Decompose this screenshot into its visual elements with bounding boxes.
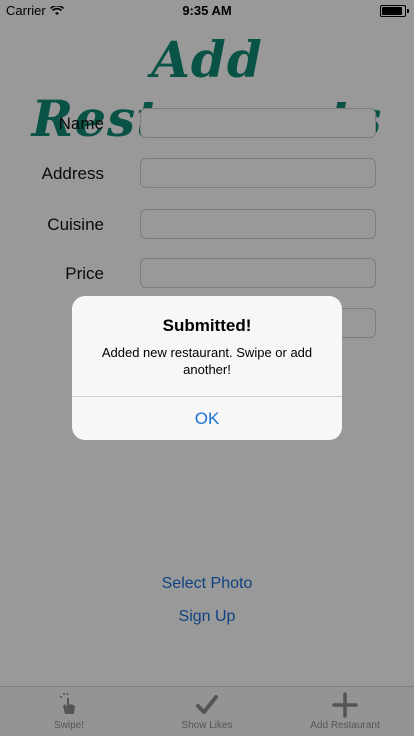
alert-message: Added new restaurant. Swipe or add anoth… — [101, 345, 313, 377]
alert-title: Submitted! — [162, 316, 252, 335]
alert-dialog: Submitted! Added new restaurant. Swipe o… — [72, 296, 342, 440]
alert-ok-button[interactable]: OK — [72, 397, 342, 440]
